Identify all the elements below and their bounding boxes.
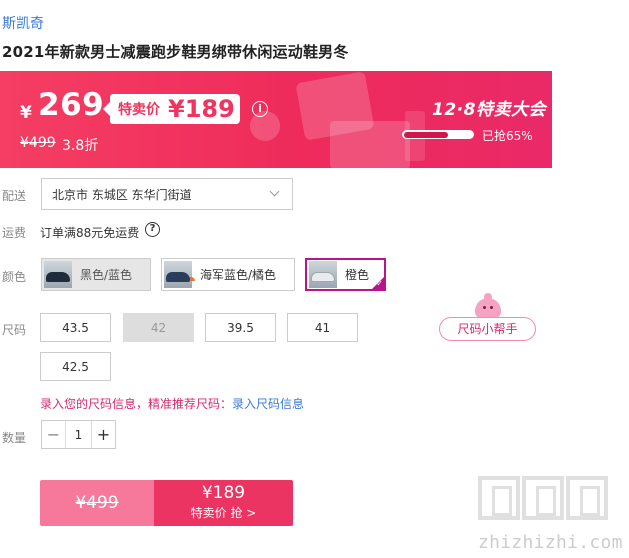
size-label: 尺码 <box>2 323 27 337</box>
color-option-orange[interactable]: 橙色 ✓ <box>305 258 386 291</box>
quantity-stepper: − 1 + <box>41 420 116 449</box>
address-value: 北京市 东城区 东华门街道 <box>52 187 192 202</box>
size-option[interactable]: 42.5 <box>40 352 111 381</box>
size-option[interactable]: 43.5 <box>40 313 111 342</box>
size-entry-link[interactable]: 录入尺码信息 <box>232 397 304 411</box>
size-option[interactable]: 39.5 <box>205 313 276 342</box>
event-title: 12·8特卖大会 <box>432 100 546 120</box>
quantity-value[interactable]: 1 <box>66 421 91 448</box>
delivery-label: 配送 <box>2 189 27 203</box>
color-option-black-blue[interactable]: 黑色/蓝色 <box>41 258 151 291</box>
color-option-label: 橙色 <box>345 268 370 282</box>
buy-now-button[interactable]: ¥189 特卖价 抢 > <box>154 480 293 526</box>
sold-progress-fill <box>403 131 449 138</box>
shoe-thumbnail <box>44 261 72 288</box>
mascot-icon <box>475 298 501 318</box>
info-icon[interactable]: i <box>252 101 268 117</box>
chevron-down-icon <box>269 186 280 197</box>
gift-box-decoration <box>330 121 410 168</box>
shipping-info: 订单满88元免运费 <box>40 226 140 240</box>
price-banner: ¥ 269 特卖价 ¥189 i ¥499 3.8折 12·8特卖大会 已抢65… <box>0 71 552 168</box>
sold-progress-text: 已抢65% <box>482 129 533 143</box>
check-icon: ✓ <box>376 279 383 288</box>
special-price-value: ¥189 <box>168 95 235 123</box>
special-price-label: 特卖价 <box>118 102 160 118</box>
buy-label: 特卖价 抢 > <box>190 506 257 520</box>
site-watermark: zhizhizhi.com <box>478 476 622 553</box>
discount-label: 3.8折 <box>62 138 99 154</box>
sold-progress-bar <box>402 130 474 139</box>
special-price-tag: 特卖价 ¥189 <box>103 94 240 124</box>
watermark-logo <box>566 476 608 520</box>
shoe-thumbnail <box>309 261 337 288</box>
original-price-button[interactable]: ¥499 <box>40 480 154 526</box>
original-price: ¥499 <box>20 135 56 151</box>
current-price: 269 <box>38 87 105 123</box>
quantity-decrease-button[interactable]: − <box>42 421 66 448</box>
quantity-increase-button[interactable]: + <box>91 421 115 448</box>
size-option[interactable]: 41 <box>287 313 358 342</box>
quantity-label: 数量 <box>2 431 27 445</box>
watermark-text: zhizhizhi.com <box>478 532 623 553</box>
buy-price: ¥189 <box>201 483 246 503</box>
watermark-logo <box>522 476 564 520</box>
color-option-label: 黑色/蓝色 <box>80 268 133 282</box>
help-icon[interactable]: ? <box>145 222 160 237</box>
product-title: 2021年新款男士减震跑步鞋男绑带休闲运动鞋男冬 <box>2 43 349 61</box>
currency-symbol: ¥ <box>20 103 32 123</box>
size-hint-text: 录入您的尺码信息，精准推荐尺码： <box>40 397 233 411</box>
size-hint: 录入您的尺码信息，精准推荐尺码：录入尺码信息 <box>40 395 304 412</box>
color-option-navy-orange[interactable]: 海军蓝色/橘色 <box>161 258 295 291</box>
color-label: 颜色 <box>2 270 27 284</box>
size-helper-button[interactable]: 尺码小帮手 <box>439 317 536 341</box>
shipping-label: 运费 <box>2 226 27 240</box>
watermark-logo <box>478 476 520 520</box>
brand-name[interactable]: 斯凯奇 <box>2 13 44 33</box>
size-option[interactable]: 42 <box>123 313 194 342</box>
shoe-thumbnail <box>164 261 192 288</box>
color-option-label: 海军蓝色/橘色 <box>200 268 277 282</box>
address-select[interactable]: 北京市 东城区 东华门街道 <box>41 178 293 210</box>
